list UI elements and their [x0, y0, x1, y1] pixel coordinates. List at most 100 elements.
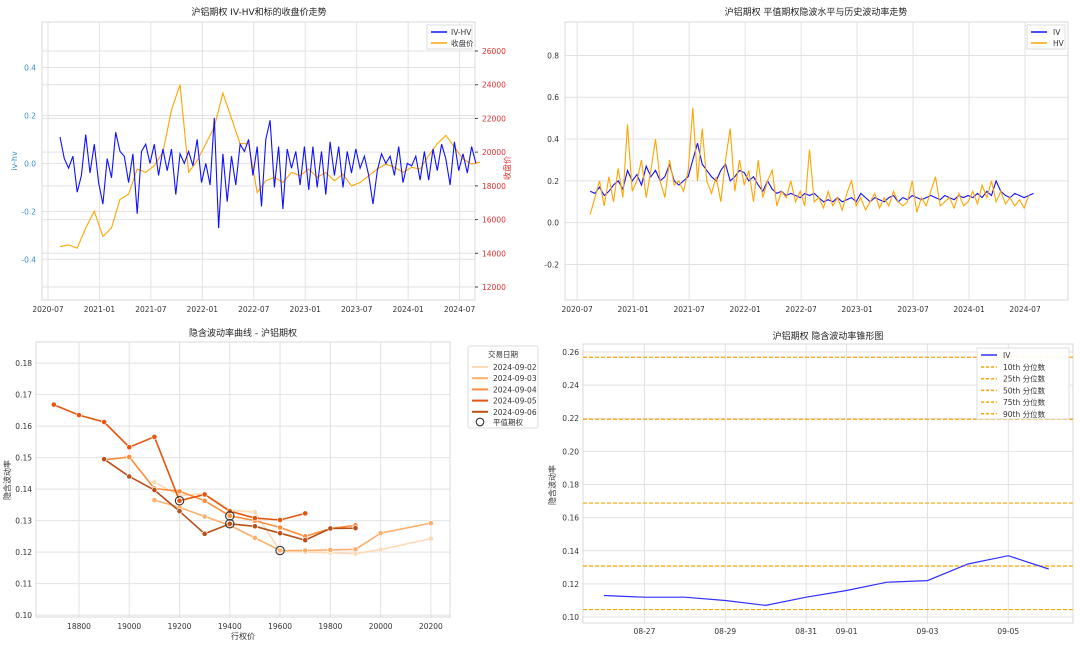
chart1-y-tick-label: 0.4 — [24, 64, 36, 73]
chart2-x-tick-label: 2022-01 — [729, 305, 761, 314]
legend-label: IV — [1003, 351, 1011, 360]
chart3-xlabel: 行权价 — [231, 631, 255, 641]
chart2-x-tick-label: 2021-01 — [617, 305, 649, 314]
chart1-x-tick-label: 2021-01 — [84, 305, 116, 314]
smile-point — [101, 419, 108, 425]
smile-point — [252, 535, 258, 541]
chart3-x-tick-label: 19400 — [218, 622, 242, 631]
smile-point — [126, 454, 133, 460]
smile-point — [277, 517, 283, 523]
smile-point — [201, 491, 208, 498]
chart3-x-tick-label: 19600 — [268, 622, 292, 631]
smile-point — [176, 508, 183, 515]
smile-point — [352, 525, 359, 532]
hv-line — [589, 107, 1030, 215]
legend-label: 2024-09-04 — [493, 385, 537, 394]
chart1-ylabel-right: 收盘价 — [502, 156, 512, 180]
chart4-y-tick-label: 0.16 — [562, 514, 579, 523]
legend-label: IV — [1053, 28, 1061, 37]
chart1-x-tick-label: 2021-07 — [135, 305, 167, 314]
chart2-x-tick-label: 2023-01 — [841, 305, 873, 314]
smile-point — [176, 497, 183, 504]
chart2-x-tick-label: 2024-01 — [953, 305, 985, 314]
legend-label: 2024-09-06 — [493, 408, 537, 417]
chart2-x-tick-label: 2024-07 — [1009, 305, 1041, 314]
chart1-x-tick-label: 2024-07 — [444, 305, 476, 314]
chart1-right-tick-label: 16000 — [482, 216, 506, 225]
smile-point — [101, 456, 108, 463]
chart1-x-tick-label: 2020-07 — [32, 305, 64, 314]
chart3-y-tick-label: 0.12 — [15, 548, 32, 557]
chart4-y-tick-label: 0.18 — [562, 480, 579, 489]
smile-point — [377, 546, 384, 553]
smile-point — [201, 530, 208, 537]
smile-point — [151, 433, 158, 440]
chart4-x-tick-label: 08-27 — [634, 627, 656, 636]
smile-point — [151, 497, 158, 504]
chart4-title: 沪铝期权 隐含波动率锥形图 — [773, 330, 884, 342]
smile-point — [302, 537, 309, 544]
chart4-y-tick-label: 0.22 — [562, 414, 579, 423]
chart1-right-tick-label: 18000 — [482, 182, 506, 191]
chart1-legend: IV-HV收盘价 — [426, 24, 474, 50]
figure: 沪铝期权 IV-HV和标的收盘价走势 沪铝期权 平值期权隐波水平与历史波动率走势… — [2, 6, 1074, 641]
chart1-x-tick-label: 2022-01 — [187, 305, 219, 314]
smile-point — [226, 512, 233, 519]
chart3-y-tick-label: 0.15 — [15, 454, 32, 463]
chart3-y-tick-label: 0.10 — [15, 611, 32, 620]
smile-point — [277, 547, 283, 554]
chart2-legend: IV HV — [1026, 24, 1066, 50]
chart1-right-tick-label: 20000 — [482, 148, 506, 157]
chart1-x-tick-label: 2024-01 — [392, 305, 424, 314]
smile-point — [126, 473, 133, 480]
smile-point — [327, 525, 334, 532]
chart3-y-tick-label: 0.14 — [15, 485, 32, 494]
smile-point — [427, 535, 434, 542]
legend-label: 10th 分位数 — [1003, 362, 1046, 372]
chart1-x-tick-label: 2023-01 — [290, 305, 322, 314]
smile-point — [252, 509, 258, 516]
chart1-x-tick-label: 2022-07 — [238, 305, 270, 314]
chart3-y-tick-label: 0.13 — [15, 517, 32, 526]
chart3-y-tick-label: 0.11 — [15, 580, 32, 589]
chart3-x-tick-label: 19000 — [117, 622, 141, 631]
chart1-y-tick-label: -0.2 — [21, 207, 36, 216]
smile-point — [201, 497, 208, 504]
legend-label: 25th 分位数 — [1003, 374, 1046, 384]
chart4-x-tick-label: 08-29 — [714, 627, 736, 636]
chart4-x-tick-label: 09-05 — [997, 627, 1019, 636]
chart3-y-tick-label: 0.18 — [15, 359, 32, 368]
smile-point — [126, 444, 133, 451]
chart1-ylabel: iv-hv — [10, 151, 19, 171]
chart4-legend: IV 10th 分位数 25th 分位数50th 分位数 75th 分位数 90th 分… — [976, 347, 1070, 420]
smile-point — [277, 530, 283, 537]
legend-label: IV-HV — [451, 28, 472, 37]
chart1-right-tick-label: 12000 — [482, 283, 506, 292]
chart3-x-tick-label: 19200 — [168, 622, 192, 631]
smile-point — [277, 524, 283, 531]
smile-point — [226, 520, 233, 527]
chart3-ylabel: 隐含波动率 — [2, 460, 12, 500]
chart2-x-tick-label: 2020-07 — [561, 305, 593, 314]
iv-line — [603, 555, 1049, 607]
chart4-ylabel: 隐含波动率 — [547, 465, 557, 505]
chart2-y-tick-label: 0.0 — [547, 219, 559, 228]
smile-line-2024-09-02 — [154, 481, 432, 555]
chart3-x-tick-label: 19800 — [318, 622, 342, 631]
legend-label: 平值期权 — [493, 417, 523, 427]
chart2-y-tick-label: -0.2 — [544, 260, 559, 269]
chart2-plot-frame — [564, 21, 1069, 301]
chart1-title: 沪铝期权 IV-HV和标的收盘价走势 — [191, 6, 326, 18]
smile-point — [427, 520, 434, 527]
chart3-plot-frame — [35, 341, 451, 618]
legend-title: 交易日期 — [488, 349, 518, 359]
legend-label: 2024-09-05 — [493, 397, 537, 406]
chart3-legend: 交易日期 2024-09-02 2024-09-03 2024-09-04 2024-0… — [467, 345, 539, 429]
chart2-title: 沪铝期权 平值期权隐波水平与历史波动率走势 — [725, 6, 908, 18]
chart1-right-tick-label: 22000 — [482, 114, 506, 123]
chart3-title: 隐含波动率曲线 - 沪铝期权 — [189, 327, 297, 339]
legend-label: HV — [1053, 39, 1065, 48]
chart1-right-tick-label: 14000 — [482, 249, 506, 258]
chart2-x-tick-label: 2022-07 — [785, 305, 817, 314]
chart2-y-tick-label: 0.2 — [547, 177, 559, 186]
